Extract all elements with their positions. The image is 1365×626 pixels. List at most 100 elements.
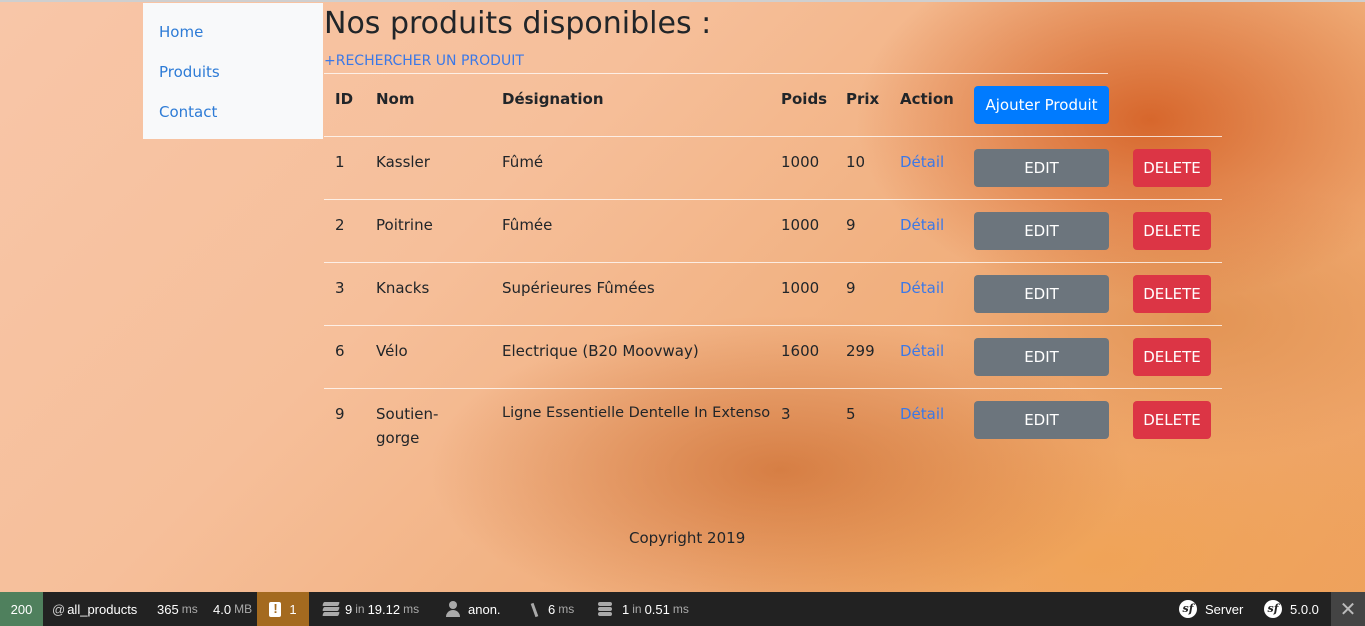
twig-count: 9 xyxy=(345,601,353,617)
server-label: Server xyxy=(1205,601,1244,617)
row-divider xyxy=(324,199,1222,200)
events-icon xyxy=(528,601,540,617)
nav-link-produits[interactable]: Produits xyxy=(159,63,220,81)
row-divider xyxy=(324,388,1222,389)
detail-link[interactable]: Détail xyxy=(900,153,944,171)
route-panel[interactable]: @ all_products xyxy=(52,592,137,626)
cell-nom: Poitrine xyxy=(376,216,433,234)
cell-id: 6 xyxy=(335,342,345,360)
header-prix: Prix xyxy=(846,90,880,108)
time-unit: ms xyxy=(181,602,198,616)
edit-button[interactable]: EDIT xyxy=(974,338,1109,376)
detail-link[interactable]: Détail xyxy=(900,216,944,234)
server-panel[interactable]: sf Server xyxy=(1179,592,1243,626)
cell-poids: 1000 xyxy=(781,279,820,297)
events-unit: ms xyxy=(558,602,575,616)
twig-unit: ms xyxy=(403,602,420,616)
page-title: Nos produits disponibles : xyxy=(324,6,712,41)
cell-prix: 299 xyxy=(846,342,875,360)
at-icon: @ xyxy=(52,601,66,617)
nav-link-home[interactable]: Home xyxy=(159,23,203,41)
logger-panel[interactable]: 1 xyxy=(257,592,309,626)
search-product-link[interactable]: +RECHERCHER UN PRODUIT xyxy=(324,53,524,69)
time-value: 365 xyxy=(157,601,179,617)
sidebar-nav: Home Produits Contact xyxy=(143,3,323,139)
db-unit: ms xyxy=(672,602,689,616)
cell-designation: Electrique (B20 Moovway) xyxy=(502,342,699,360)
header-poids: Poids xyxy=(781,90,828,108)
cell-designation: Supérieures Fûmées xyxy=(502,279,655,297)
memory-value: 4.0 xyxy=(213,601,232,617)
table-top-border xyxy=(324,73,1108,74)
user-name: anon. xyxy=(468,601,501,617)
row-divider xyxy=(324,325,1222,326)
detail-link[interactable]: Détail xyxy=(900,405,944,423)
user-icon xyxy=(446,601,460,617)
delete-button[interactable]: DELETE xyxy=(1133,338,1211,376)
cell-designation: Fûmée xyxy=(502,216,553,234)
warning-icon xyxy=(269,601,282,617)
events-time: 6 xyxy=(548,601,556,617)
cell-designation: Ligne Essentielle Dentelle In Extenso xyxy=(502,405,771,421)
debug-toolbar: 200 @ all_products 365 ms 4.0 MB 1 9 in … xyxy=(0,592,1365,626)
security-panel[interactable]: anon. xyxy=(446,592,501,626)
nav-link-contact[interactable]: Contact xyxy=(159,103,217,121)
cell-poids: 3 xyxy=(781,405,791,423)
twig-panel[interactable]: 9 in 19.12 ms xyxy=(322,592,420,626)
header-action: Action xyxy=(900,90,954,108)
warning-count: 1 xyxy=(289,601,297,617)
cell-designation: Fûmé xyxy=(502,153,544,171)
add-product-button[interactable]: Ajouter Produit xyxy=(974,86,1109,124)
edit-button[interactable]: EDIT xyxy=(974,212,1109,250)
cell-prix: 10 xyxy=(846,153,866,171)
route-name: all_products xyxy=(67,601,138,617)
cell-nom: Vélo xyxy=(376,342,408,360)
status-code-badge[interactable]: 200 xyxy=(0,592,43,626)
cell-nom-line2: gorge xyxy=(376,429,420,447)
cell-id: 3 xyxy=(335,279,345,297)
cell-nom: Knacks xyxy=(376,279,430,297)
symfony-logo-icon: sf xyxy=(1179,600,1197,618)
status-code: 200 xyxy=(10,601,33,617)
cell-id: 9 xyxy=(335,405,345,423)
events-panel[interactable]: 6 ms xyxy=(528,592,574,626)
header-nom: Nom xyxy=(376,90,415,108)
db-count: 1 xyxy=(622,601,630,617)
cell-poids: 1600 xyxy=(781,342,820,360)
edit-button[interactable]: EDIT xyxy=(974,275,1109,313)
cell-prix: 9 xyxy=(846,279,856,297)
cell-prix: 5 xyxy=(846,405,856,423)
row-divider xyxy=(324,262,1222,263)
row-divider xyxy=(324,136,1222,137)
delete-button[interactable]: DELETE xyxy=(1133,212,1211,250)
db-in: in xyxy=(632,602,642,616)
cell-id: 2 xyxy=(335,216,345,234)
twig-time: 19.12 xyxy=(367,601,401,617)
delete-button[interactable]: DELETE xyxy=(1133,401,1211,439)
edit-button[interactable]: EDIT xyxy=(974,401,1109,439)
database-icon xyxy=(598,601,612,617)
cell-poids: 1000 xyxy=(781,153,820,171)
cell-prix: 9 xyxy=(846,216,856,234)
memory-unit: MB xyxy=(234,602,253,616)
database-panel[interactable]: 1 in 0.51 ms xyxy=(598,592,689,626)
delete-button[interactable]: DELETE xyxy=(1133,275,1211,313)
time-panel[interactable]: 365 ms xyxy=(157,592,198,626)
cell-id: 1 xyxy=(335,153,345,171)
header-designation: Désignation xyxy=(502,90,604,108)
detail-link[interactable]: Détail xyxy=(900,279,944,297)
symfony-version: 5.0.0 xyxy=(1290,601,1319,617)
top-border xyxy=(0,0,1365,2)
close-toolbar-button[interactable]: ✕ xyxy=(1331,592,1365,626)
version-panel[interactable]: sf 5.0.0 xyxy=(1264,592,1319,626)
delete-button[interactable]: DELETE xyxy=(1133,149,1211,187)
memory-panel[interactable]: 4.0 MB xyxy=(213,592,252,626)
cell-nom: Soutien- xyxy=(376,405,439,423)
symfony-logo-icon: sf xyxy=(1264,600,1282,618)
cell-nom: Kassler xyxy=(376,153,430,171)
layers-icon xyxy=(322,602,340,616)
edit-button[interactable]: EDIT xyxy=(974,149,1109,187)
header-id: ID xyxy=(335,90,354,108)
footer-copyright: Copyright 2019 xyxy=(629,529,746,547)
detail-link[interactable]: Détail xyxy=(900,342,944,360)
